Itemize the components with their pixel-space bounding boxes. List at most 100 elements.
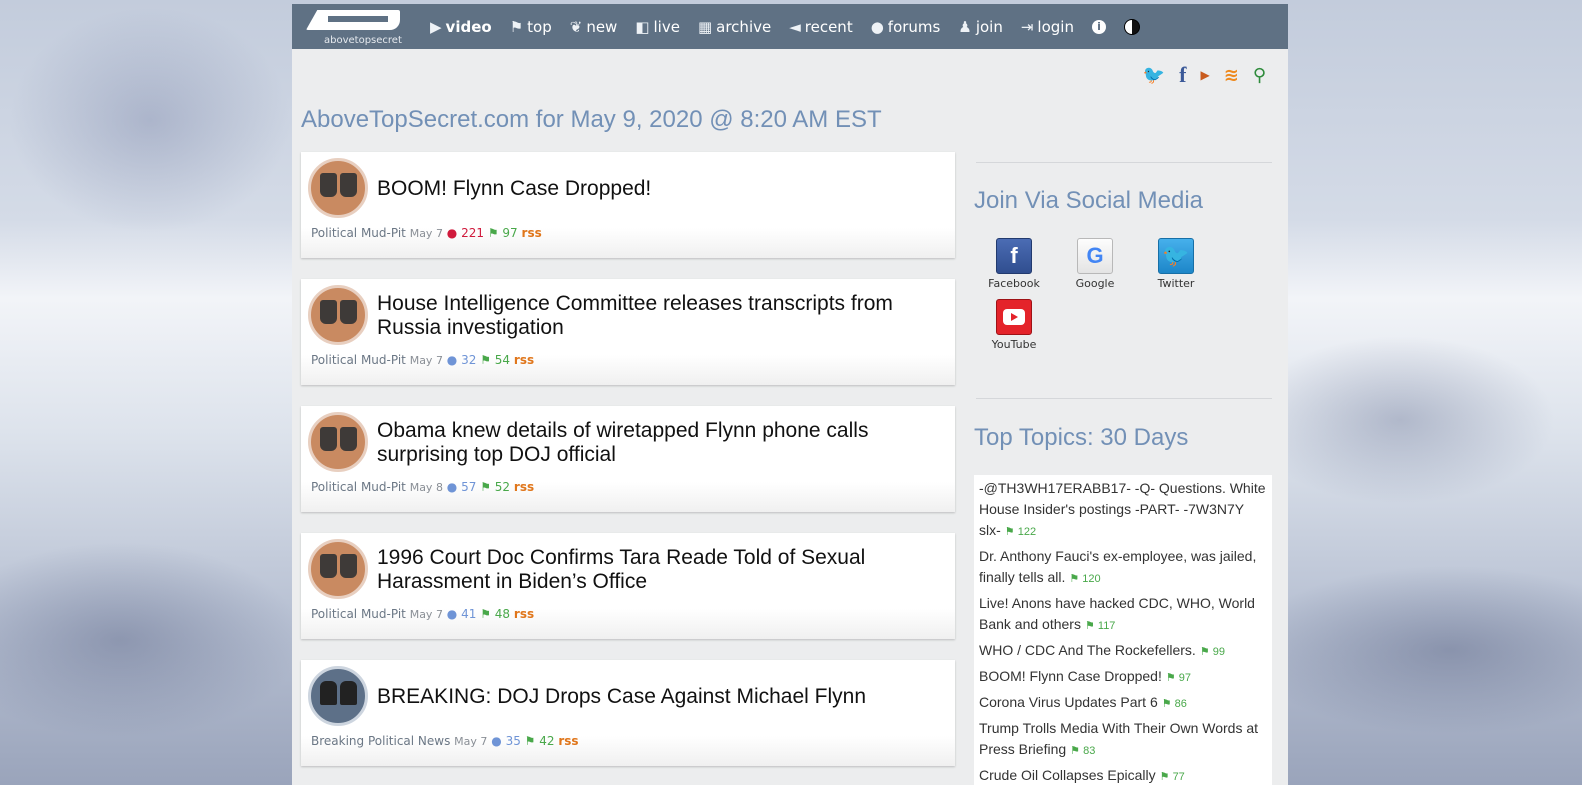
comment-icon: ● (446, 607, 458, 621)
nav-archive[interactable]: ▦ archive (698, 18, 771, 36)
logo-text: abovetopsecret (324, 35, 402, 46)
join-twitter-label: Twitter (1157, 277, 1195, 290)
post-flag-count: 48 (494, 607, 511, 621)
topic-title[interactable]: Live! Anons have hacked CDC, WHO, World … (979, 595, 1255, 632)
rss-icon[interactable]: ≋ (1224, 65, 1239, 86)
user-icon: ♟ (958, 17, 972, 36)
post-date: May 7 (409, 608, 443, 621)
post-title[interactable]: 1996 Court Doc Confirms Tara Reade Told … (377, 546, 942, 594)
post-card[interactable]: BOOM! Flynn Case Dropped! Political Mud-… (301, 152, 955, 258)
post-card[interactable]: BREAKING: DOJ Drops Case Against Michael… (301, 660, 955, 766)
flag-icon: ⚑ (1070, 745, 1084, 757)
post-comment-count[interactable]: 57 (461, 480, 476, 494)
post-comment-count[interactable]: 41 (461, 607, 476, 621)
leaf-icon: ❦ (569, 17, 583, 36)
flag-icon: ⚑ (487, 226, 499, 240)
post-meta: Breaking Political News May 7 ● 35 ⚑ 42 … (311, 734, 579, 748)
topic-flag-count: 83 (1083, 745, 1096, 757)
login-icon: ⇥ (1020, 17, 1034, 36)
post-comment-count[interactable]: 221 (461, 226, 484, 240)
post-title[interactable]: House Intelligence Committee releases tr… (377, 292, 942, 340)
topic-title[interactable]: Corona Virus Updates Part 6 (979, 694, 1158, 710)
contrast-toggle-icon[interactable] (1123, 18, 1140, 35)
topic-flag-count: 77 (1172, 771, 1185, 783)
top-topic-item[interactable]: -@TH3WH17ERABB17- -Q- Questions. White H… (974, 475, 1272, 547)
post-flag-count: 42 (539, 734, 555, 748)
youtube-icon[interactable]: ▶ (1200, 68, 1209, 82)
mud-pit-forum-icon (308, 158, 368, 218)
top-topic-item[interactable]: Crude Oil Collapses Epically ⚑ 77 (974, 762, 1272, 785)
info-icon[interactable]: i (1091, 19, 1106, 34)
flag-icon: ⚑ (480, 480, 491, 494)
join-google-button[interactable]: G Google (1065, 238, 1125, 290)
nav-new[interactable]: ❦ new (570, 18, 618, 36)
video-camera-icon: ▶ (430, 17, 442, 36)
main-nav: ▶ video ⚑ top ❦ new ◧ live ▦ archive ◄ r… (430, 4, 1140, 49)
nav-forums-label: forums (887, 17, 941, 36)
nav-join[interactable]: ♟ join (958, 18, 1002, 36)
join-facebook-button[interactable]: f Facebook (984, 238, 1044, 290)
search-icon[interactable]: ⚲ (1253, 65, 1266, 86)
post-title[interactable]: BOOM! Flynn Case Dropped! (377, 177, 942, 201)
post-title[interactable]: Obama knew details of wiretapped Flynn p… (377, 419, 942, 467)
facebook-icon[interactable]: f (1179, 62, 1186, 88)
twitter-icon[interactable]: 🐦 (1143, 65, 1165, 86)
nav-top[interactable]: ⚑ top (510, 18, 552, 36)
post-card[interactable]: 1996 Court Doc Confirms Tara Reade Told … (301, 533, 955, 639)
flag-icon: ⚑ (509, 17, 524, 36)
political-news-forum-icon (308, 666, 368, 726)
ats-logo-mark (306, 10, 400, 30)
top-topic-item[interactable]: Dr. Anthony Fauci's ex-employee, was jai… (974, 543, 1272, 594)
topic-title[interactable]: Trump Trolls Media With Their Own Words … (979, 720, 1258, 757)
post-forum[interactable]: Political Mud-Pit (311, 353, 406, 367)
post-forum[interactable]: Political Mud-Pit (311, 607, 406, 621)
post-forum[interactable]: Breaking Political News (311, 734, 450, 748)
nav-live[interactable]: ◧ live (635, 18, 680, 36)
topic-title[interactable]: Dr. Anthony Fauci's ex-employee, was jai… (979, 548, 1256, 585)
nav-recent[interactable]: ◄ recent (789, 18, 852, 36)
post-title[interactable]: BREAKING: DOJ Drops Case Against Michael… (377, 685, 942, 709)
top-topic-item[interactable]: Live! Anons have hacked CDC, WHO, World … (974, 590, 1272, 641)
divider (976, 162, 1272, 163)
post-date: May 8 (409, 481, 443, 494)
post-rss-link[interactable]: rss (522, 226, 542, 240)
nav-join-label: join (975, 17, 1003, 36)
post-card[interactable]: House Intelligence Committee releases tr… (301, 279, 955, 385)
post-rss-link[interactable]: rss (558, 734, 578, 748)
post-rss-link[interactable]: rss (514, 353, 534, 367)
join-youtube-label: YouTube (991, 338, 1037, 351)
site-logo[interactable]: abovetopsecret (302, 4, 412, 49)
youtube-icon (996, 299, 1032, 335)
join-youtube-button[interactable]: YouTube (984, 299, 1044, 351)
flag-icon: ⚑ (480, 353, 491, 367)
join-twitter-button[interactable]: 🐦 Twitter (1146, 238, 1206, 290)
topic-flag-count: 120 (1082, 573, 1101, 585)
post-rss-link[interactable]: rss (514, 480, 534, 494)
megaphone-icon: ◄ (789, 17, 801, 36)
post-comment-count[interactable]: 32 (461, 353, 476, 367)
nav-login[interactable]: ⇥ login (1021, 18, 1074, 36)
comment-icon: ● (446, 353, 458, 367)
topic-title[interactable]: WHO / CDC And The Rockefellers. (979, 642, 1196, 658)
topic-title[interactable]: BOOM! Flynn Case Dropped! (979, 668, 1162, 684)
nav-video[interactable]: ▶ video (430, 18, 492, 36)
flag-icon: ⚑ (524, 734, 536, 748)
top-topic-item[interactable]: Trump Trolls Media With Their Own Words … (974, 715, 1272, 766)
post-forum[interactable]: Political Mud-Pit (311, 226, 406, 240)
topic-flag-count: 97 (1178, 672, 1192, 684)
post-flag-count: 52 (494, 480, 511, 494)
post-comment-count[interactable]: 35 (506, 734, 521, 748)
comment-icon: ● (446, 226, 458, 240)
topic-flag-count: 99 (1212, 646, 1225, 658)
flag-icon: ⚑ (1069, 573, 1083, 585)
comments-icon: ● (870, 17, 884, 36)
flag-icon: ⚑ (1159, 771, 1173, 783)
topic-title[interactable]: Crude Oil Collapses Epically (979, 767, 1156, 783)
nav-forums[interactable]: ● forums (871, 18, 941, 36)
nav-recent-label: recent (804, 17, 853, 36)
calendar-icon: ▦ (697, 17, 713, 36)
post-date: May 7 (409, 227, 443, 240)
post-card[interactable]: Obama knew details of wiretapped Flynn p… (301, 406, 955, 512)
post-forum[interactable]: Political Mud-Pit (311, 480, 406, 494)
post-rss-link[interactable]: rss (514, 607, 534, 621)
